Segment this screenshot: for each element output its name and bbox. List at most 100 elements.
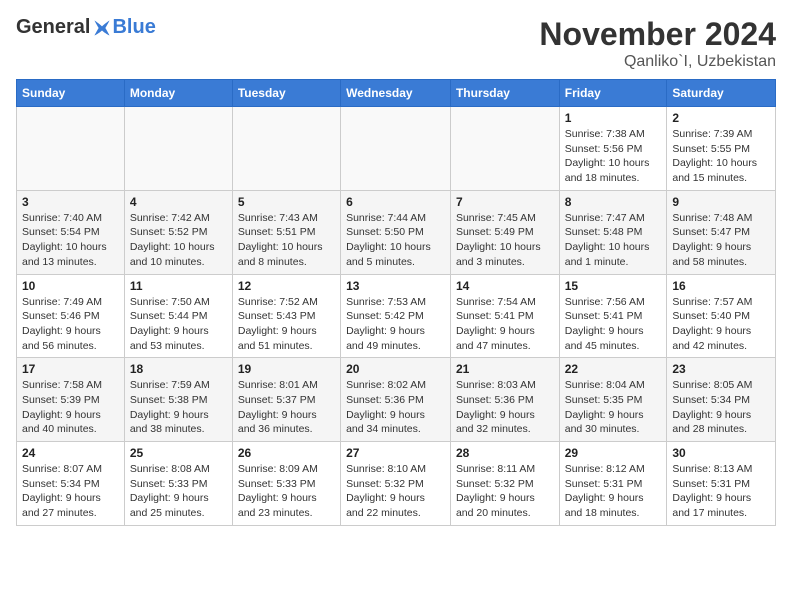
calendar-cell: 15Sunrise: 7:56 AM Sunset: 5:41 PM Dayli… bbox=[559, 274, 667, 358]
calendar-cell: 25 Sunrise: 8:08 AM Sunset: 5:33 PM Dayli… bbox=[124, 442, 232, 526]
day-info: Sunrise: 7:43 AM Sunset: 5:51 PM Dayligh… bbox=[238, 211, 335, 270]
day-number: 22 bbox=[565, 362, 662, 376]
calendar-cell: 1 Sunrise: 7:38 AM Sunset: 5:56 PM Daylig… bbox=[559, 107, 667, 191]
calendar-cell bbox=[232, 107, 340, 191]
calendar-cell: 28Sunrise: 8:11 AM Sunset: 5:32 PM Dayli… bbox=[450, 442, 559, 526]
calendar-cell bbox=[17, 107, 125, 191]
day-number: 13 bbox=[346, 279, 445, 293]
day-number: 5 bbox=[238, 195, 335, 209]
day-number: 14 bbox=[456, 279, 554, 293]
logo-bird-icon bbox=[92, 18, 112, 38]
day-info: Sunrise: 8:04 AM Sunset: 5:35 PM Dayligh… bbox=[565, 378, 662, 437]
day-number: 9 bbox=[672, 195, 770, 209]
month-title: November 2024 bbox=[539, 16, 776, 53]
calendar-cell: 22 Sunrise: 8:04 AM Sunset: 5:35 PM Dayli… bbox=[559, 358, 667, 442]
calendar-cell: 27 Sunrise: 8:10 AM Sunset: 5:32 PM Dayli… bbox=[341, 442, 451, 526]
day-info: Sunrise: 8:08 AM Sunset: 5:33 PM Dayligh… bbox=[130, 462, 227, 521]
day-info: Sunrise: 7:49 AM Sunset: 5:46 PM Dayligh… bbox=[22, 295, 119, 354]
day-number: 29 bbox=[565, 446, 662, 460]
logo: General Blue bbox=[16, 16, 156, 39]
calendar-cell: 16 Sunrise: 7:57 AM Sunset: 5:40 PM Dayli… bbox=[667, 274, 776, 358]
weekday-header-monday: Monday bbox=[124, 80, 232, 107]
day-number: 4 bbox=[130, 195, 227, 209]
day-info: Sunrise: 7:52 AM Sunset: 5:43 PM Dayligh… bbox=[238, 295, 335, 354]
weekday-header-wednesday: Wednesday bbox=[341, 80, 451, 107]
page-header: General Blue November 2024 Qanliko`I, Uz… bbox=[16, 16, 776, 71]
day-number: 28 bbox=[456, 446, 554, 460]
day-info: Sunrise: 7:54 AM Sunset: 5:41 PM Dayligh… bbox=[456, 295, 554, 354]
calendar-cell: 13 Sunrise: 7:53 AM Sunset: 5:42 PM Dayli… bbox=[341, 274, 451, 358]
weekday-header-sunday: Sunday bbox=[17, 80, 125, 107]
weekday-header-tuesday: Tuesday bbox=[232, 80, 340, 107]
calendar-cell: 14 Sunrise: 7:54 AM Sunset: 5:41 PM Dayli… bbox=[450, 274, 559, 358]
day-info: Sunrise: 7:57 AM Sunset: 5:40 PM Dayligh… bbox=[672, 295, 770, 354]
day-number: 16 bbox=[672, 279, 770, 293]
calendar-cell: 10 Sunrise: 7:49 AM Sunset: 5:46 PM Dayli… bbox=[17, 274, 125, 358]
day-number: 24 bbox=[22, 446, 119, 460]
day-info: Sunrise: 7:42 AM Sunset: 5:52 PM Dayligh… bbox=[130, 211, 227, 270]
calendar-cell: 4 Sunrise: 7:42 AM Sunset: 5:52 PM Daylig… bbox=[124, 190, 232, 274]
weekday-header-friday: Friday bbox=[559, 80, 667, 107]
calendar-cell: 12 Sunrise: 7:52 AM Sunset: 5:43 PM Dayli… bbox=[232, 274, 340, 358]
day-number: 15 bbox=[565, 279, 662, 293]
day-info: Sunrise: 8:05 AM Sunset: 5:34 PM Dayligh… bbox=[672, 378, 770, 437]
day-number: 8 bbox=[565, 195, 662, 209]
calendar-cell: 26Sunrise: 8:09 AM Sunset: 5:33 PM Dayli… bbox=[232, 442, 340, 526]
calendar-cell: 8 Sunrise: 7:47 AM Sunset: 5:48 PM Daylig… bbox=[559, 190, 667, 274]
calendar-cell: 30Sunrise: 8:13 AM Sunset: 5:31 PM Dayli… bbox=[667, 442, 776, 526]
day-number: 23 bbox=[672, 362, 770, 376]
calendar-cell: 18 Sunrise: 7:59 AM Sunset: 5:38 PM Dayli… bbox=[124, 358, 232, 442]
title-section: November 2024 Qanliko`I, Uzbekistan bbox=[539, 16, 776, 71]
calendar-cell bbox=[450, 107, 559, 191]
day-info: Sunrise: 7:38 AM Sunset: 5:56 PM Dayligh… bbox=[565, 127, 662, 186]
calendar-cell: 5 Sunrise: 7:43 AM Sunset: 5:51 PM Daylig… bbox=[232, 190, 340, 274]
day-number: 30 bbox=[672, 446, 770, 460]
day-info: Sunrise: 7:45 AM Sunset: 5:49 PM Dayligh… bbox=[456, 211, 554, 270]
logo-blue-text: Blue bbox=[112, 16, 155, 39]
day-number: 27 bbox=[346, 446, 445, 460]
day-info: Sunrise: 7:44 AM Sunset: 5:50 PM Dayligh… bbox=[346, 211, 445, 270]
day-number: 21 bbox=[456, 362, 554, 376]
day-number: 20 bbox=[346, 362, 445, 376]
day-number: 17 bbox=[22, 362, 119, 376]
day-number: 11 bbox=[130, 279, 227, 293]
calendar-cell: 2Sunrise: 7:39 AM Sunset: 5:55 PM Daylig… bbox=[667, 107, 776, 191]
day-number: 10 bbox=[22, 279, 119, 293]
day-number: 19 bbox=[238, 362, 335, 376]
day-number: 6 bbox=[346, 195, 445, 209]
day-info: Sunrise: 8:09 AM Sunset: 5:33 PM Dayligh… bbox=[238, 462, 335, 521]
day-info: Sunrise: 8:07 AM Sunset: 5:34 PM Dayligh… bbox=[22, 462, 119, 521]
calendar-cell: 29 Sunrise: 8:12 AM Sunset: 5:31 PM Dayli… bbox=[559, 442, 667, 526]
day-number: 12 bbox=[238, 279, 335, 293]
day-info: Sunrise: 8:01 AM Sunset: 5:37 PM Dayligh… bbox=[238, 378, 335, 437]
day-number: 1 bbox=[565, 111, 662, 125]
day-info: Sunrise: 7:59 AM Sunset: 5:38 PM Dayligh… bbox=[130, 378, 227, 437]
calendar-cell: 9Sunrise: 7:48 AM Sunset: 5:47 PM Daylig… bbox=[667, 190, 776, 274]
calendar-cell: 24 Sunrise: 8:07 AM Sunset: 5:34 PM Dayli… bbox=[17, 442, 125, 526]
calendar-cell: 7Sunrise: 7:45 AM Sunset: 5:49 PM Daylig… bbox=[450, 190, 559, 274]
calendar-cell: 17 Sunrise: 7:58 AM Sunset: 5:39 PM Dayli… bbox=[17, 358, 125, 442]
calendar-cell: 20Sunrise: 8:02 AM Sunset: 5:36 PM Dayli… bbox=[341, 358, 451, 442]
day-info: Sunrise: 8:03 AM Sunset: 5:36 PM Dayligh… bbox=[456, 378, 554, 437]
calendar-cell: 6 Sunrise: 7:44 AM Sunset: 5:50 PM Daylig… bbox=[341, 190, 451, 274]
day-number: 18 bbox=[130, 362, 227, 376]
calendar-cell: 23 Sunrise: 8:05 AM Sunset: 5:34 PM Dayli… bbox=[667, 358, 776, 442]
weekday-header-saturday: Saturday bbox=[667, 80, 776, 107]
day-number: 25 bbox=[130, 446, 227, 460]
day-number: 3 bbox=[22, 195, 119, 209]
day-info: Sunrise: 7:53 AM Sunset: 5:42 PM Dayligh… bbox=[346, 295, 445, 354]
calendar-week-row: 17 Sunrise: 7:58 AM Sunset: 5:39 PM Dayli… bbox=[17, 358, 776, 442]
calendar-cell: 19 Sunrise: 8:01 AM Sunset: 5:37 PM Dayli… bbox=[232, 358, 340, 442]
calendar-cell: 21 Sunrise: 8:03 AM Sunset: 5:36 PM Dayli… bbox=[450, 358, 559, 442]
day-info: Sunrise: 7:47 AM Sunset: 5:48 PM Dayligh… bbox=[565, 211, 662, 270]
day-info: Sunrise: 7:58 AM Sunset: 5:39 PM Dayligh… bbox=[22, 378, 119, 437]
calendar-week-row: 24 Sunrise: 8:07 AM Sunset: 5:34 PM Dayli… bbox=[17, 442, 776, 526]
weekday-header-thursday: Thursday bbox=[450, 80, 559, 107]
day-info: Sunrise: 8:10 AM Sunset: 5:32 PM Dayligh… bbox=[346, 462, 445, 521]
day-info: Sunrise: 7:40 AM Sunset: 5:54 PM Dayligh… bbox=[22, 211, 119, 270]
day-info: Sunrise: 7:50 AM Sunset: 5:44 PM Dayligh… bbox=[130, 295, 227, 354]
day-info: Sunrise: 8:12 AM Sunset: 5:31 PM Dayligh… bbox=[565, 462, 662, 521]
calendar-cell bbox=[124, 107, 232, 191]
day-info: Sunrise: 7:39 AM Sunset: 5:55 PM Dayligh… bbox=[672, 127, 770, 186]
calendar-week-row: 10 Sunrise: 7:49 AM Sunset: 5:46 PM Dayli… bbox=[17, 274, 776, 358]
